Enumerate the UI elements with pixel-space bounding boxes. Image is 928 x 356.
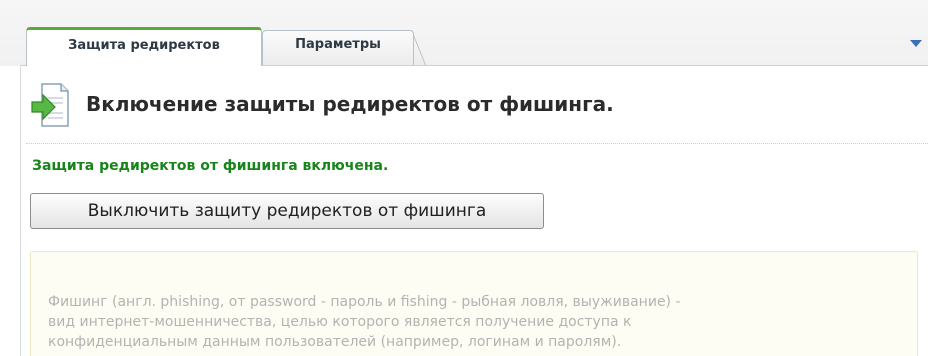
info-text: Фишинг (англ. phishing, от password - па… — [48, 294, 681, 350]
redirect-protection-panel: Защита редиректов Параметры Включение за… — [0, 0, 928, 356]
panel-border — [20, 65, 21, 356]
chevron-down-icon[interactable] — [910, 40, 922, 47]
page-title: Включение защиты редиректов от фишинга. — [86, 92, 614, 116]
section-divider — [26, 143, 928, 144]
tab-label: Защита редиректов — [68, 38, 220, 53]
tab-label: Параметры — [295, 37, 381, 52]
page-arrow-icon — [31, 83, 69, 127]
disable-protection-button[interactable]: Выключить защиту редиректов от фишинга — [30, 193, 544, 229]
status-message: Защита редиректов от фишинга включена. — [32, 158, 389, 174]
tab-parameters[interactable]: Параметры — [262, 30, 414, 65]
tab-redirect-protection[interactable]: Защита редиректов — [26, 27, 262, 66]
